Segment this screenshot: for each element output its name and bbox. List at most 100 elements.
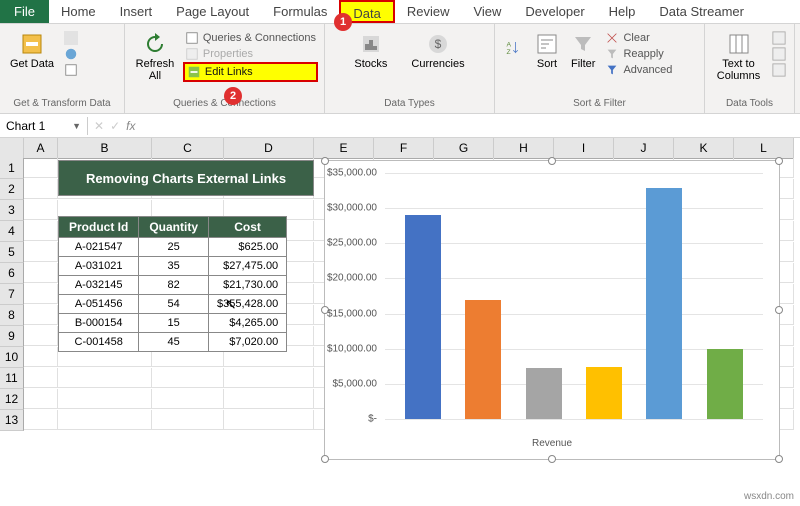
sort-az-button[interactable]: AZ <box>501 30 527 66</box>
remove-dup-icon[interactable] <box>770 46 788 62</box>
cell[interactable] <box>24 389 58 409</box>
cell[interactable] <box>224 389 314 409</box>
table-row: A-02154725$625.00 <box>59 238 287 257</box>
cell[interactable] <box>24 284 58 304</box>
col-header[interactable]: L <box>734 138 794 159</box>
row-header[interactable]: 9 <box>0 326 24 347</box>
edit-links-button[interactable]: Edit Links <box>183 62 318 82</box>
row-header[interactable]: 5 <box>0 242 24 263</box>
row-header[interactable]: 8 <box>0 305 24 326</box>
cell[interactable] <box>24 242 58 262</box>
from-web-icon[interactable] <box>62 46 80 62</box>
chart-bar[interactable] <box>707 349 743 419</box>
enter-formula-icon[interactable]: ✓ <box>110 119 120 133</box>
name-box[interactable]: Chart 1▼ <box>0 117 88 135</box>
cell[interactable] <box>24 221 58 241</box>
advanced-button[interactable]: Advanced <box>603 62 674 78</box>
currencies-button[interactable]: $ Currencies <box>407 30 468 72</box>
cell[interactable] <box>24 158 58 178</box>
stocks-button[interactable]: Stocks <box>350 30 391 72</box>
formula-bar[interactable] <box>141 124 800 128</box>
tab-help[interactable]: Help <box>597 0 648 23</box>
row-header[interactable]: 3 <box>0 200 24 221</box>
col-header[interactable]: G <box>434 138 494 159</box>
cell[interactable] <box>24 326 58 346</box>
col-header[interactable] <box>0 138 24 159</box>
row-header[interactable]: 11 <box>0 368 24 389</box>
col-header[interactable]: F <box>374 138 434 159</box>
row-header[interactable]: 1 <box>0 158 24 179</box>
clear-button[interactable]: Clear <box>603 30 674 46</box>
cell[interactable] <box>58 368 152 388</box>
filter-button[interactable]: Filter <box>567 30 599 72</box>
col-header[interactable]: A <box>24 138 58 159</box>
group-data-types: Data Types <box>331 98 488 111</box>
text-to-columns-button[interactable]: Text to Columns <box>711 30 766 84</box>
tab-home[interactable]: Home <box>49 0 108 23</box>
cell[interactable] <box>58 389 152 409</box>
chart-bar[interactable] <box>646 188 682 419</box>
cell[interactable] <box>224 410 314 430</box>
cell[interactable] <box>152 389 224 409</box>
tab-review[interactable]: Review <box>395 0 462 23</box>
col-header[interactable]: H <box>494 138 554 159</box>
cell[interactable] <box>24 410 58 430</box>
svg-text:$: $ <box>435 37 442 51</box>
cell[interactable] <box>152 368 224 388</box>
table-header: Product Id <box>59 217 139 238</box>
col-header[interactable]: B <box>58 138 152 159</box>
cell[interactable] <box>24 305 58 325</box>
row-header[interactable]: 2 <box>0 179 24 200</box>
chart-bar[interactable] <box>405 215 441 419</box>
col-header[interactable]: D <box>224 138 314 159</box>
col-header[interactable]: C <box>152 138 224 159</box>
properties-button[interactable]: Properties <box>183 46 318 62</box>
row-header[interactable]: 7 <box>0 284 24 305</box>
get-data-button[interactable]: Get Data <box>6 30 58 72</box>
cell[interactable] <box>152 410 224 430</box>
sort-button[interactable]: Sort <box>531 30 563 72</box>
tab-view[interactable]: View <box>461 0 513 23</box>
flash-fill-icon[interactable] <box>770 30 788 46</box>
col-header[interactable]: J <box>614 138 674 159</box>
chart-bar[interactable] <box>465 300 501 419</box>
chart[interactable]: $-$5,000.00$10,000.00$15,000.00$20,000.0… <box>324 160 780 460</box>
row-header[interactable]: 4 <box>0 221 24 242</box>
worksheet[interactable]: ABCDEFGHIJKL 12345678910111213 Removing … <box>0 138 800 431</box>
chart-bar[interactable] <box>526 368 562 419</box>
table-row: A-03214582$21,730.00 <box>59 276 287 295</box>
cell[interactable] <box>24 347 58 367</box>
cell[interactable] <box>58 410 152 430</box>
tab-page-layout[interactable]: Page Layout <box>164 0 261 23</box>
row-header[interactable]: 6 <box>0 263 24 284</box>
tab-file[interactable]: File <box>0 0 49 23</box>
reapply-button[interactable]: Reapply <box>603 46 674 62</box>
col-header[interactable]: E <box>314 138 374 159</box>
from-text-icon[interactable] <box>62 30 80 46</box>
group-data-tools: Data Tools <box>711 98 788 111</box>
tab-data-streamer[interactable]: Data Streamer <box>647 0 756 23</box>
tab-formulas[interactable]: Formulas <box>261 0 339 23</box>
cell[interactable] <box>24 368 58 388</box>
tab-developer[interactable]: Developer <box>513 0 596 23</box>
tab-insert[interactable]: Insert <box>108 0 165 23</box>
fx-icon[interactable]: fx <box>126 119 135 133</box>
table-row: B-00015415$4,265.00 <box>59 314 287 333</box>
from-table-icon[interactable] <box>62 62 80 78</box>
queries-connections-button[interactable]: Queries & Connections <box>183 30 318 46</box>
data-validation-icon[interactable] <box>770 62 788 78</box>
cell[interactable] <box>24 200 58 220</box>
chevron-down-icon[interactable]: ▼ <box>72 121 81 131</box>
refresh-all-button[interactable]: Refresh All <box>131 30 179 84</box>
col-header[interactable]: I <box>554 138 614 159</box>
cell[interactable] <box>224 368 314 388</box>
cell[interactable] <box>24 179 58 199</box>
chart-plot-area <box>385 173 763 419</box>
row-header[interactable]: 13 <box>0 410 24 431</box>
row-header[interactable]: 12 <box>0 389 24 410</box>
chart-bar[interactable] <box>586 367 622 419</box>
cell[interactable] <box>24 263 58 283</box>
row-header[interactable]: 10 <box>0 347 24 368</box>
col-header[interactable]: K <box>674 138 734 159</box>
cancel-formula-icon[interactable]: ✕ <box>94 119 104 133</box>
